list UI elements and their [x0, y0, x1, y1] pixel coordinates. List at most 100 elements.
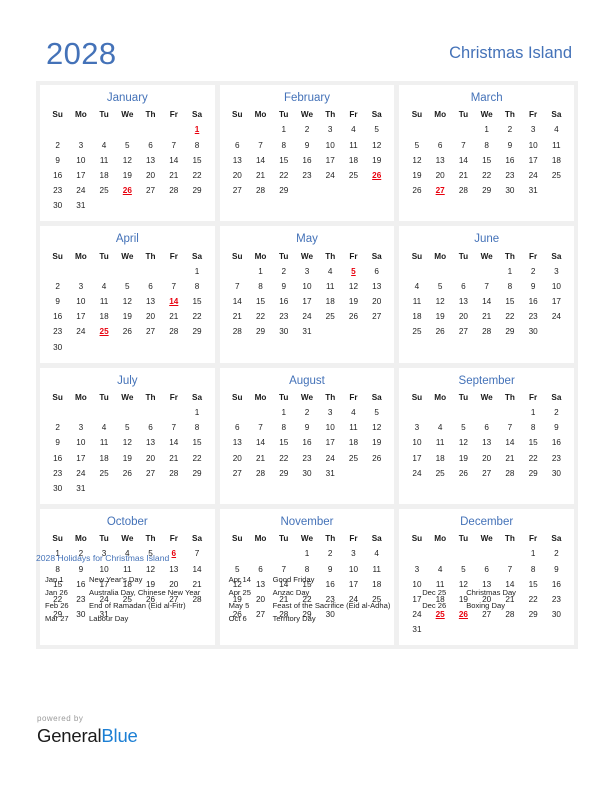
day-cell[interactable]: 19 [405, 168, 428, 183]
day-cell[interactable]: 13 [139, 294, 162, 309]
day-cell[interactable]: 3 [522, 122, 545, 137]
day-cell[interactable]: 6 [365, 264, 388, 279]
day-cell[interactable]: 7 [162, 420, 185, 435]
day-cell[interactable]: 12 [342, 279, 365, 294]
day-cell[interactable]: 12 [365, 137, 388, 152]
day-cell[interactable]: 25 [92, 183, 115, 198]
day-cell[interactable]: 9 [545, 420, 568, 435]
day-cell[interactable]: 3 [69, 279, 92, 294]
day-cell[interactable]: 30 [46, 481, 69, 496]
day-cell[interactable]: 9 [295, 137, 318, 152]
day-cell[interactable]: 31 [69, 198, 92, 213]
day-cell[interactable]: 25 [342, 168, 365, 183]
day-cell[interactable]: 4 [545, 122, 568, 137]
day-cell[interactable]: 28 [162, 183, 185, 198]
day-cell[interactable]: 23 [522, 309, 545, 324]
day-cell[interactable]: 18 [429, 451, 452, 466]
day-cell[interactable]: 18 [342, 153, 365, 168]
day-cell[interactable]: 25 [342, 451, 365, 466]
day-cell[interactable]: 24 [545, 309, 568, 324]
day-cell[interactable]: 10 [405, 435, 428, 450]
day-cell[interactable]: 16 [46, 168, 69, 183]
day-cell[interactable]: 25 [319, 309, 342, 324]
day-cell[interactable]: 1 [522, 405, 545, 420]
day-cell[interactable]: 2 [272, 264, 295, 279]
day-cell[interactable]: 6 [226, 137, 249, 152]
day-cell[interactable]: 19 [452, 451, 475, 466]
day-cell[interactable]: 19 [365, 435, 388, 450]
day-cell[interactable]: 2 [46, 137, 69, 152]
day-cell[interactable]: 31 [319, 466, 342, 481]
day-cell[interactable]: 4 [319, 264, 342, 279]
day-cell[interactable]: 15 [185, 435, 208, 450]
day-cell[interactable]: 4 [92, 279, 115, 294]
day-cell[interactable]: 31 [295, 324, 318, 339]
day-cell[interactable]: 3 [69, 137, 92, 152]
day-cell[interactable]: 20 [139, 309, 162, 324]
day-cell[interactable]: 17 [545, 294, 568, 309]
day-cell[interactable]: 14 [249, 435, 272, 450]
day-cell[interactable]: 9 [272, 279, 295, 294]
day-cell-holiday[interactable]: 1 [185, 122, 208, 137]
day-cell[interactable]: 15 [249, 294, 272, 309]
day-cell[interactable]: 1 [249, 264, 272, 279]
day-cell[interactable]: 6 [429, 137, 452, 152]
day-cell[interactable]: 2 [498, 122, 521, 137]
day-cell[interactable]: 14 [162, 435, 185, 450]
day-cell[interactable]: 10 [319, 420, 342, 435]
day-cell[interactable]: 22 [475, 168, 498, 183]
day-cell[interactable]: 9 [498, 137, 521, 152]
day-cell[interactable]: 12 [429, 294, 452, 309]
day-cell[interactable]: 11 [92, 153, 115, 168]
day-cell[interactable]: 27 [139, 183, 162, 198]
day-cell[interactable]: 9 [522, 279, 545, 294]
day-cell[interactable]: 19 [342, 294, 365, 309]
day-cell[interactable]: 22 [185, 168, 208, 183]
day-cell[interactable]: 13 [365, 279, 388, 294]
day-cell[interactable]: 17 [319, 435, 342, 450]
day-cell[interactable]: 8 [185, 279, 208, 294]
day-cell[interactable]: 30 [295, 466, 318, 481]
day-cell[interactable]: 14 [226, 294, 249, 309]
day-cell[interactable]: 16 [295, 435, 318, 450]
day-cell[interactable]: 27 [365, 309, 388, 324]
day-cell[interactable]: 22 [185, 451, 208, 466]
day-cell-holiday[interactable]: 27 [429, 183, 452, 198]
day-cell[interactable]: 20 [139, 168, 162, 183]
day-cell[interactable]: 21 [249, 451, 272, 466]
day-cell[interactable]: 3 [295, 264, 318, 279]
day-cell[interactable]: 20 [226, 168, 249, 183]
day-cell[interactable]: 10 [69, 294, 92, 309]
day-cell[interactable]: 13 [139, 435, 162, 450]
day-cell[interactable]: 6 [226, 420, 249, 435]
day-cell[interactable]: 28 [498, 466, 521, 481]
day-cell[interactable]: 11 [545, 137, 568, 152]
day-cell[interactable]: 26 [116, 466, 139, 481]
day-cell[interactable]: 25 [92, 466, 115, 481]
day-cell[interactable]: 2 [46, 279, 69, 294]
day-cell[interactable]: 8 [522, 420, 545, 435]
day-cell[interactable]: 11 [92, 294, 115, 309]
day-cell-holiday[interactable]: 14 [162, 294, 185, 309]
day-cell[interactable]: 7 [226, 279, 249, 294]
day-cell[interactable]: 18 [405, 309, 428, 324]
day-cell[interactable]: 11 [342, 420, 365, 435]
day-cell-holiday[interactable]: 5 [342, 264, 365, 279]
day-cell[interactable]: 10 [319, 137, 342, 152]
day-cell[interactable]: 28 [452, 183, 475, 198]
day-cell[interactable]: 17 [295, 294, 318, 309]
day-cell[interactable]: 5 [365, 405, 388, 420]
day-cell[interactable]: 29 [522, 466, 545, 481]
day-cell[interactable]: 18 [319, 294, 342, 309]
day-cell[interactable]: 4 [342, 122, 365, 137]
day-cell[interactable]: 18 [92, 451, 115, 466]
day-cell[interactable]: 23 [46, 324, 69, 339]
day-cell[interactable]: 29 [498, 324, 521, 339]
day-cell[interactable]: 15 [185, 294, 208, 309]
day-cell[interactable]: 3 [69, 420, 92, 435]
day-cell[interactable]: 20 [452, 309, 475, 324]
day-cell[interactable]: 22 [498, 309, 521, 324]
day-cell[interactable]: 3 [545, 264, 568, 279]
day-cell[interactable]: 19 [116, 451, 139, 466]
day-cell[interactable]: 13 [226, 435, 249, 450]
